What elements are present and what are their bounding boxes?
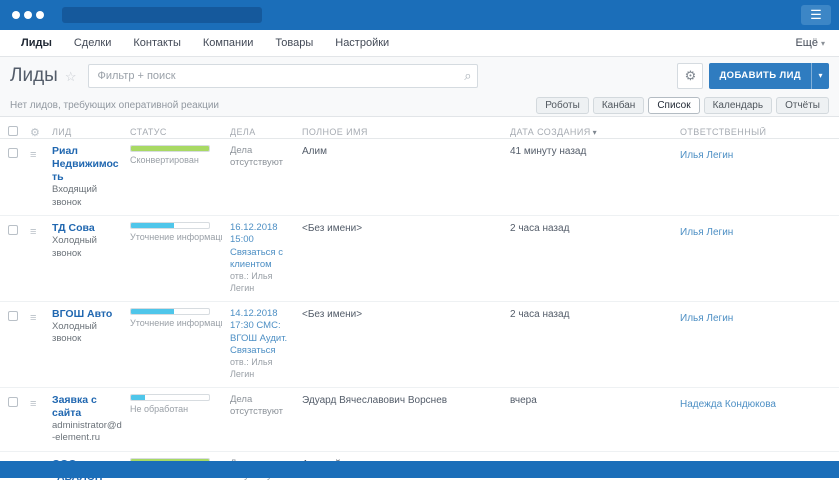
full-name: <Без имени> (302, 308, 363, 320)
view-robots[interactable]: Роботы (536, 97, 589, 114)
status-bar (130, 307, 210, 315)
status-bar (130, 145, 210, 152)
activity-text: Дела отсутствуют (230, 145, 284, 169)
created-date: 41 минуту назад (510, 146, 587, 157)
settings-gear-button[interactable]: ⚙ (677, 63, 704, 89)
hamburger-menu-button[interactable]: ☰ (801, 5, 831, 25)
status-bar (130, 222, 210, 230)
topbar-search-area[interactable] (62, 7, 262, 23)
col-activities[interactable]: ДЕЛА (230, 127, 302, 137)
lead-subtitle: administrator@d-element.ru (52, 419, 122, 444)
col-status[interactable]: СТАТУС (130, 127, 230, 137)
page-title: Лиды (10, 65, 58, 86)
lead-subtitle: Холодный звонок (52, 320, 97, 345)
table-row[interactable]: ≡ Риал Недвижимость Входящий звонок Сконв… (0, 139, 839, 217)
view-kanban[interactable]: Канбан (592, 97, 645, 114)
full-name: <Без имени> (302, 223, 363, 235)
filter-search-input[interactable] (88, 64, 479, 88)
activity-sub: отв.: Илья Легин (230, 357, 273, 379)
created-date: 2 часа назад (510, 308, 570, 320)
lead-title-link[interactable]: Заявка с сайта (52, 394, 122, 420)
full-name: Алим (302, 146, 327, 157)
view-reports[interactable]: Отчёты (776, 97, 829, 114)
row-checkbox[interactable] (8, 225, 18, 236)
gear-icon: ⚙ (684, 68, 697, 83)
responsible-link[interactable]: Илья Легин (680, 313, 733, 324)
view-list[interactable]: Список (648, 97, 700, 114)
row-menu-icon[interactable]: ≡ (30, 149, 36, 161)
add-lead-button[interactable]: ДОБАВИТЬ ЛИД ▾ (709, 63, 829, 89)
tab-leads[interactable]: Лиды (10, 37, 63, 49)
crm-leads-page: ☰ Лиды Сделки Контакты Компании Товары Н… (0, 0, 839, 481)
tab-deals[interactable]: Сделки (63, 37, 123, 49)
table-header: ⚙ ЛИД СТАТУС ДЕЛА ПОЛНОЕ ИМЯ ДАТА СОЗДАН… (0, 117, 839, 139)
full-name: Эдуард Вячеславович Ворснев (302, 394, 448, 406)
status-label: Сконвертирован (130, 155, 199, 165)
reaction-message: Нет лидов, требующих оперативной реакции (10, 100, 220, 111)
table-row[interactable]: ≡ Заявка с сайта administrator@d-element.… (0, 388, 839, 452)
sort-desc-icon: ▾ (592, 128, 598, 137)
page-header: Лиды ☆ ⌕ ⚙ ДОБАВИТЬ ЛИД ▾ (0, 57, 839, 95)
activity-link[interactable]: 16.12.2018 15:00 Связаться с клиентом (230, 222, 294, 271)
table-row[interactable]: ≡ ВГОШ Авто Холодный звонок Уточнение инф… (0, 302, 839, 388)
favorite-star-icon[interactable]: ☆ (65, 69, 77, 85)
lead-subtitle: Холодный звонок (52, 235, 97, 259)
row-checkbox[interactable] (8, 396, 18, 407)
row-checkbox[interactable] (8, 310, 18, 321)
topbar: ☰ (0, 0, 839, 30)
col-responsible[interactable]: ОТВЕТСТВЕННЫЙ (680, 127, 839, 137)
select-all-checkbox[interactable] (8, 126, 18, 136)
row-menu-icon[interactable]: ≡ (30, 312, 36, 324)
activity-link[interactable]: 14.12.2018 17:30 СМС: ВГОШ Аудит. Связат… (230, 308, 294, 357)
subheader: Нет лидов, требующих оперативной реакции… (0, 95, 839, 117)
activity-sub: отв.: Илья Легин (230, 271, 273, 294)
view-switcher: Роботы Канбан Список Календарь Отчёты (536, 97, 829, 114)
created-date: вчера (510, 394, 537, 406)
add-lead-dropdown[interactable]: ▾ (811, 63, 829, 89)
table-body: ≡ Риал Недвижимость Входящий звонок Сконв… (0, 139, 839, 481)
nav-more-menu[interactable]: Ещё ▾ (795, 37, 829, 49)
logo-dots-icon (12, 11, 44, 19)
chevron-down-icon: ▾ (818, 71, 823, 80)
tab-companies[interactable]: Компании (192, 37, 265, 49)
row-menu-icon[interactable]: ≡ (30, 226, 36, 238)
view-calendar[interactable]: Календарь (703, 97, 773, 114)
status-label: Не обработан (130, 403, 189, 414)
activity-text: Дела отсутствуют (230, 393, 284, 417)
status-bar (130, 393, 210, 401)
status-label: Уточнение информации (130, 232, 222, 243)
col-created[interactable]: ДАТА СОЗДАНИЯ ▾ (510, 127, 680, 137)
created-date: 2 часа назад (510, 223, 570, 235)
lead-title-link[interactable]: ВГОШ Авто (52, 308, 122, 321)
hamburger-icon: ☰ (810, 7, 822, 22)
responsible-link[interactable]: Надежда Кондюкова (680, 399, 776, 410)
col-full-name[interactable]: ПОЛНОЕ ИМЯ (302, 127, 510, 137)
main-nav: Лиды Сделки Контакты Компании Товары Нас… (0, 30, 839, 57)
responsible-link[interactable]: Илья Легин (680, 150, 733, 161)
search-icon: ⌕ (464, 68, 472, 83)
row-menu-icon[interactable]: ≡ (30, 398, 36, 410)
tab-settings[interactable]: Настройки (324, 37, 400, 49)
status-label: Уточнение информации (130, 317, 222, 328)
responsible-link[interactable]: Илья Легин (680, 227, 733, 238)
filter-search: ⌕ (88, 64, 479, 88)
lead-title-link[interactable]: ТД Сова (52, 222, 122, 235)
tab-contacts[interactable]: Контакты (122, 37, 192, 49)
lead-title-link[interactable]: Риал Недвижимость (52, 145, 122, 184)
table-row[interactable]: ≡ ТД Сова Холодный звонок Уточнение инфор… (0, 216, 839, 302)
chevron-down-icon: ▾ (820, 39, 825, 48)
add-lead-label: ДОБАВИТЬ ЛИД (719, 70, 801, 81)
tab-products[interactable]: Товары (264, 37, 324, 49)
lead-subtitle: Входящий звонок (52, 184, 98, 208)
col-lead[interactable]: ЛИД (52, 127, 130, 137)
row-checkbox[interactable] (8, 148, 18, 158)
footer-bar (0, 461, 839, 478)
